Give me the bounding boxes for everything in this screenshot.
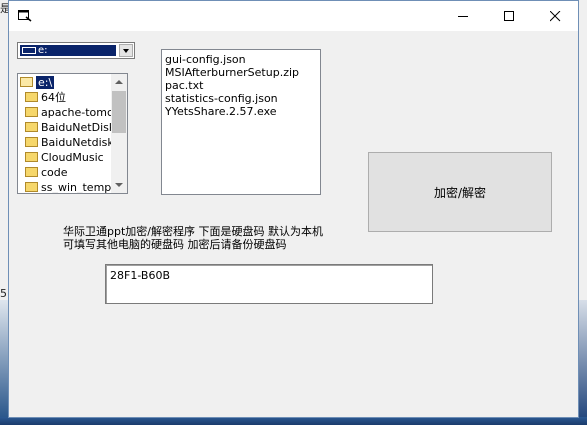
dir-item[interactable]: BaiduNetDisk [25, 120, 119, 135]
title-bar[interactable] [9, 1, 578, 31]
scroll-down-icon[interactable] [111, 177, 127, 193]
close-icon [550, 11, 561, 22]
description-line: 可填写其他电脑的硬盘码 加密后请备份硬盘码 [63, 238, 287, 251]
dir-item[interactable]: ss_win_temp [25, 180, 119, 193]
file-item[interactable]: YYetsShare.2.57.exe [165, 105, 320, 118]
open-folder-icon [20, 77, 33, 87]
file-item[interactable]: MSIAfterburnerSetup.zip [165, 66, 320, 79]
drive-label: e: [38, 45, 48, 56]
drive-select[interactable]: e: [17, 42, 135, 59]
folder-icon [25, 137, 38, 147]
folder-icon [25, 107, 38, 117]
dir-item[interactable]: CloudMusic [25, 150, 119, 165]
scroll-up-icon[interactable] [111, 74, 127, 90]
folder-icon [25, 122, 38, 132]
folder-icon [25, 92, 38, 102]
maximize-icon [504, 11, 514, 21]
app-icon [18, 10, 32, 22]
dir-list-scrollbar[interactable] [111, 74, 127, 193]
desktop-bottom-strip [0, 417, 587, 425]
dir-item[interactable]: apache-tomca [25, 105, 119, 120]
dir-item-root[interactable]: e:\ [20, 75, 114, 90]
maximize-button[interactable] [487, 1, 533, 31]
app-window: e: e:\ 64位 apache-tomca BaiduNetDisk Bai… [8, 0, 579, 418]
file-item[interactable]: pac.txt [165, 79, 320, 92]
disk-code-value: 28F1-B60B [110, 269, 170, 282]
encrypt-decrypt-button[interactable]: 加密/解密 [368, 152, 552, 232]
file-list[interactable]: gui-config.json MSIAfterburnerSetup.zip … [161, 49, 321, 195]
directory-list[interactable]: e:\ 64位 apache-tomca BaiduNetDisk BaiduN… [17, 73, 128, 194]
folder-icon [25, 182, 38, 192]
dir-item[interactable]: BaiduNetdiskD [25, 135, 119, 150]
file-item[interactable]: statistics-config.json [165, 92, 320, 105]
dir-item[interactable]: code [25, 165, 119, 180]
folder-icon [25, 152, 38, 162]
minimize-icon [458, 16, 468, 17]
drive-icon [22, 47, 36, 54]
description-text: 华际卫通ppt加密/解密程序 下面是硬盘码 默认为本机 可填写其他电脑的硬盘码 … [63, 225, 363, 251]
file-item[interactable]: gui-config.json [165, 53, 320, 66]
scroll-thumb[interactable] [112, 91, 126, 133]
chevron-down-icon[interactable] [119, 44, 133, 57]
background-text-fragment: 5 [0, 287, 7, 300]
folder-icon [25, 167, 38, 177]
minimize-button[interactable] [441, 1, 487, 31]
description-line: 华际卫通ppt加密/解密程序 下面是硬盘码 默认为本机 [63, 225, 323, 238]
disk-code-input[interactable]: 28F1-B60B [105, 264, 433, 304]
close-button[interactable] [533, 1, 579, 31]
dir-item[interactable]: 64位 [25, 90, 119, 105]
drive-selected-value: e: [20, 45, 116, 56]
